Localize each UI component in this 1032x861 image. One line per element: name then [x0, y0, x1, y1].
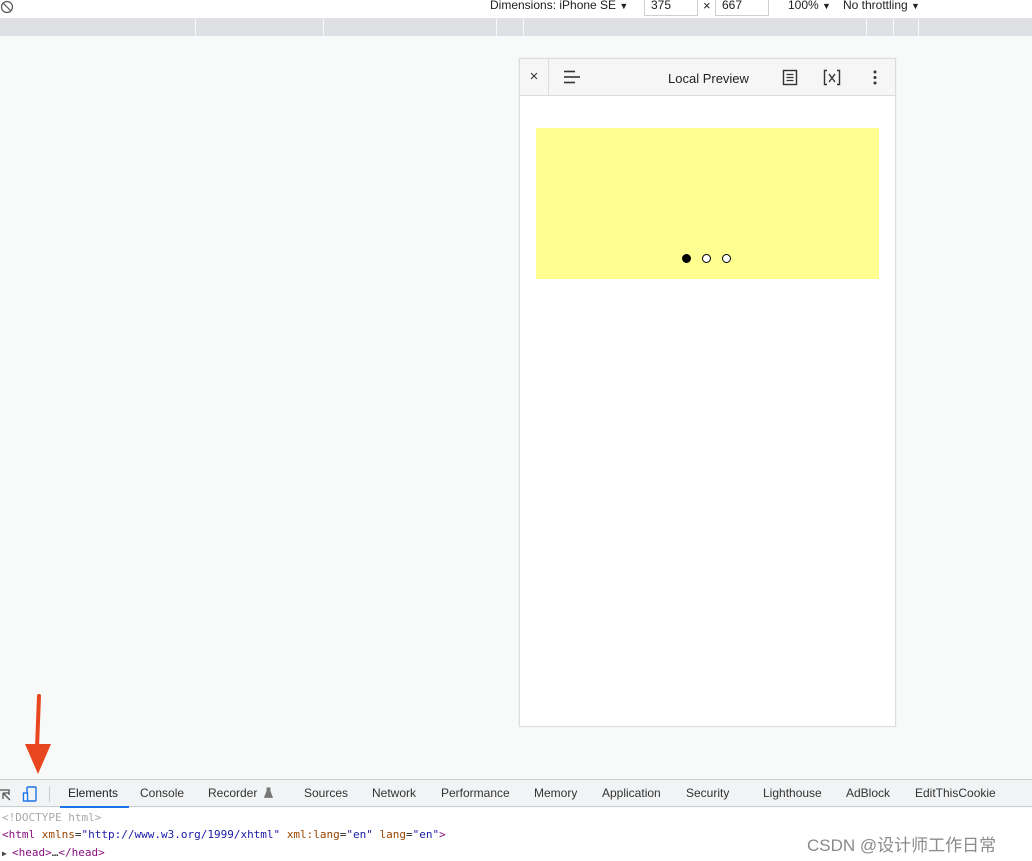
device-select-label: Dimensions: iPhone SE — [490, 0, 617, 12]
attr-xmlns: xmlns — [41, 828, 75, 841]
media-query-divider — [496, 19, 497, 36]
doctype-node[interactable]: <!DOCTYPE html> — [2, 811, 101, 824]
html-open-tag: <html — [2, 828, 36, 841]
val-xmllang: "en" — [346, 828, 373, 841]
chevron-down-icon: ▼ — [911, 1, 920, 11]
html-node[interactable]: <html xmlns="http://www.w3.org/1999/xhtm… — [2, 828, 446, 841]
width-input[interactable]: 375 — [644, 0, 698, 16]
variable-icon[interactable] — [823, 69, 841, 86]
device-toolbar: Dimensions: iPhone SE ▼ 375 × 667 100% ▼… — [0, 0, 1032, 19]
inspect-element-icon[interactable] — [0, 785, 12, 803]
media-query-divider — [866, 19, 867, 36]
tab-console[interactable]: Console — [140, 780, 184, 807]
head-close-tag: </head> — [58, 846, 105, 859]
preview-header: × Local Preview — [520, 59, 895, 96]
preview-title: Local Preview — [668, 71, 749, 86]
tab-elements[interactable]: Elements — [59, 780, 130, 808]
phone-viewport: × Local Preview — [519, 58, 896, 727]
toolbar-divider — [49, 786, 50, 802]
chevron-down-icon: ▼ — [619, 1, 629, 11]
tab-lighthouse[interactable]: Lighthouse — [763, 780, 822, 807]
times-separator: × — [703, 0, 711, 13]
beaker-icon — [263, 787, 273, 798]
throttling-value: No throttling — [843, 0, 908, 12]
close-button[interactable]: × — [520, 59, 549, 96]
chevron-down-icon: ▼ — [822, 1, 831, 11]
throttling-select[interactable]: No throttling ▼ — [843, 0, 920, 19]
swiper-banner[interactable] — [536, 128, 879, 279]
expand-triangle-icon[interactable]: ▶ — [2, 849, 12, 858]
media-query-divider — [523, 19, 524, 36]
annotation-arrow-icon — [25, 694, 51, 774]
tab-application[interactable]: Application — [602, 780, 661, 807]
tab-sources[interactable]: Sources — [304, 780, 348, 807]
tab-network[interactable]: Network — [372, 780, 416, 807]
media-query-divider — [893, 19, 894, 36]
document-icon[interactable] — [782, 69, 798, 86]
rotate-icon[interactable] — [0, 0, 14, 14]
swiper-dot[interactable] — [682, 254, 691, 263]
media-query-divider — [195, 19, 196, 36]
attr-lang: lang — [379, 828, 407, 841]
tab-adblock[interactable]: AdBlock — [846, 780, 890, 807]
menu-icon[interactable] — [563, 70, 581, 84]
toggle-device-toolbar-icon[interactable] — [22, 785, 38, 803]
head-open-tag: <head> — [12, 846, 52, 859]
attr-xmllang: xml:lang — [286, 828, 340, 841]
zoom-value: 100% — [788, 0, 819, 12]
media-query-divider — [918, 19, 919, 36]
swiper-dot[interactable] — [722, 254, 731, 263]
tab-recorder[interactable]: Recorder — [208, 780, 273, 807]
html-close-bracket: > — [439, 828, 446, 841]
val-lang: "en" — [412, 828, 440, 841]
devtools-tabbar: Elements Console Recorder Sources Networ… — [0, 779, 1032, 808]
device-select[interactable]: Dimensions: iPhone SE ▼ — [490, 0, 628, 19]
tab-performance[interactable]: Performance — [441, 780, 510, 807]
media-query-bar[interactable] — [0, 19, 1032, 36]
more-vertical-icon[interactable] — [870, 69, 880, 86]
zoom-select[interactable]: 100% ▼ — [788, 0, 831, 19]
media-query-divider — [323, 19, 324, 36]
tab-security[interactable]: Security — [686, 780, 729, 807]
tab-editthiscookie[interactable]: EditThisCookie — [915, 780, 996, 807]
val-xmlns: "http://www.w3.org/1999/xhtml" — [81, 828, 281, 841]
swiper-dot[interactable] — [702, 254, 711, 263]
head-node[interactable]: ▶ <head>…</head> — [2, 846, 105, 859]
swiper-pagination — [536, 254, 879, 264]
watermark: CSDN @设计师工作日常 — [807, 836, 997, 855]
tab-memory[interactable]: Memory — [534, 780, 577, 807]
tab-recorder-label: Recorder — [208, 786, 258, 800]
height-input[interactable]: 667 — [715, 0, 769, 16]
